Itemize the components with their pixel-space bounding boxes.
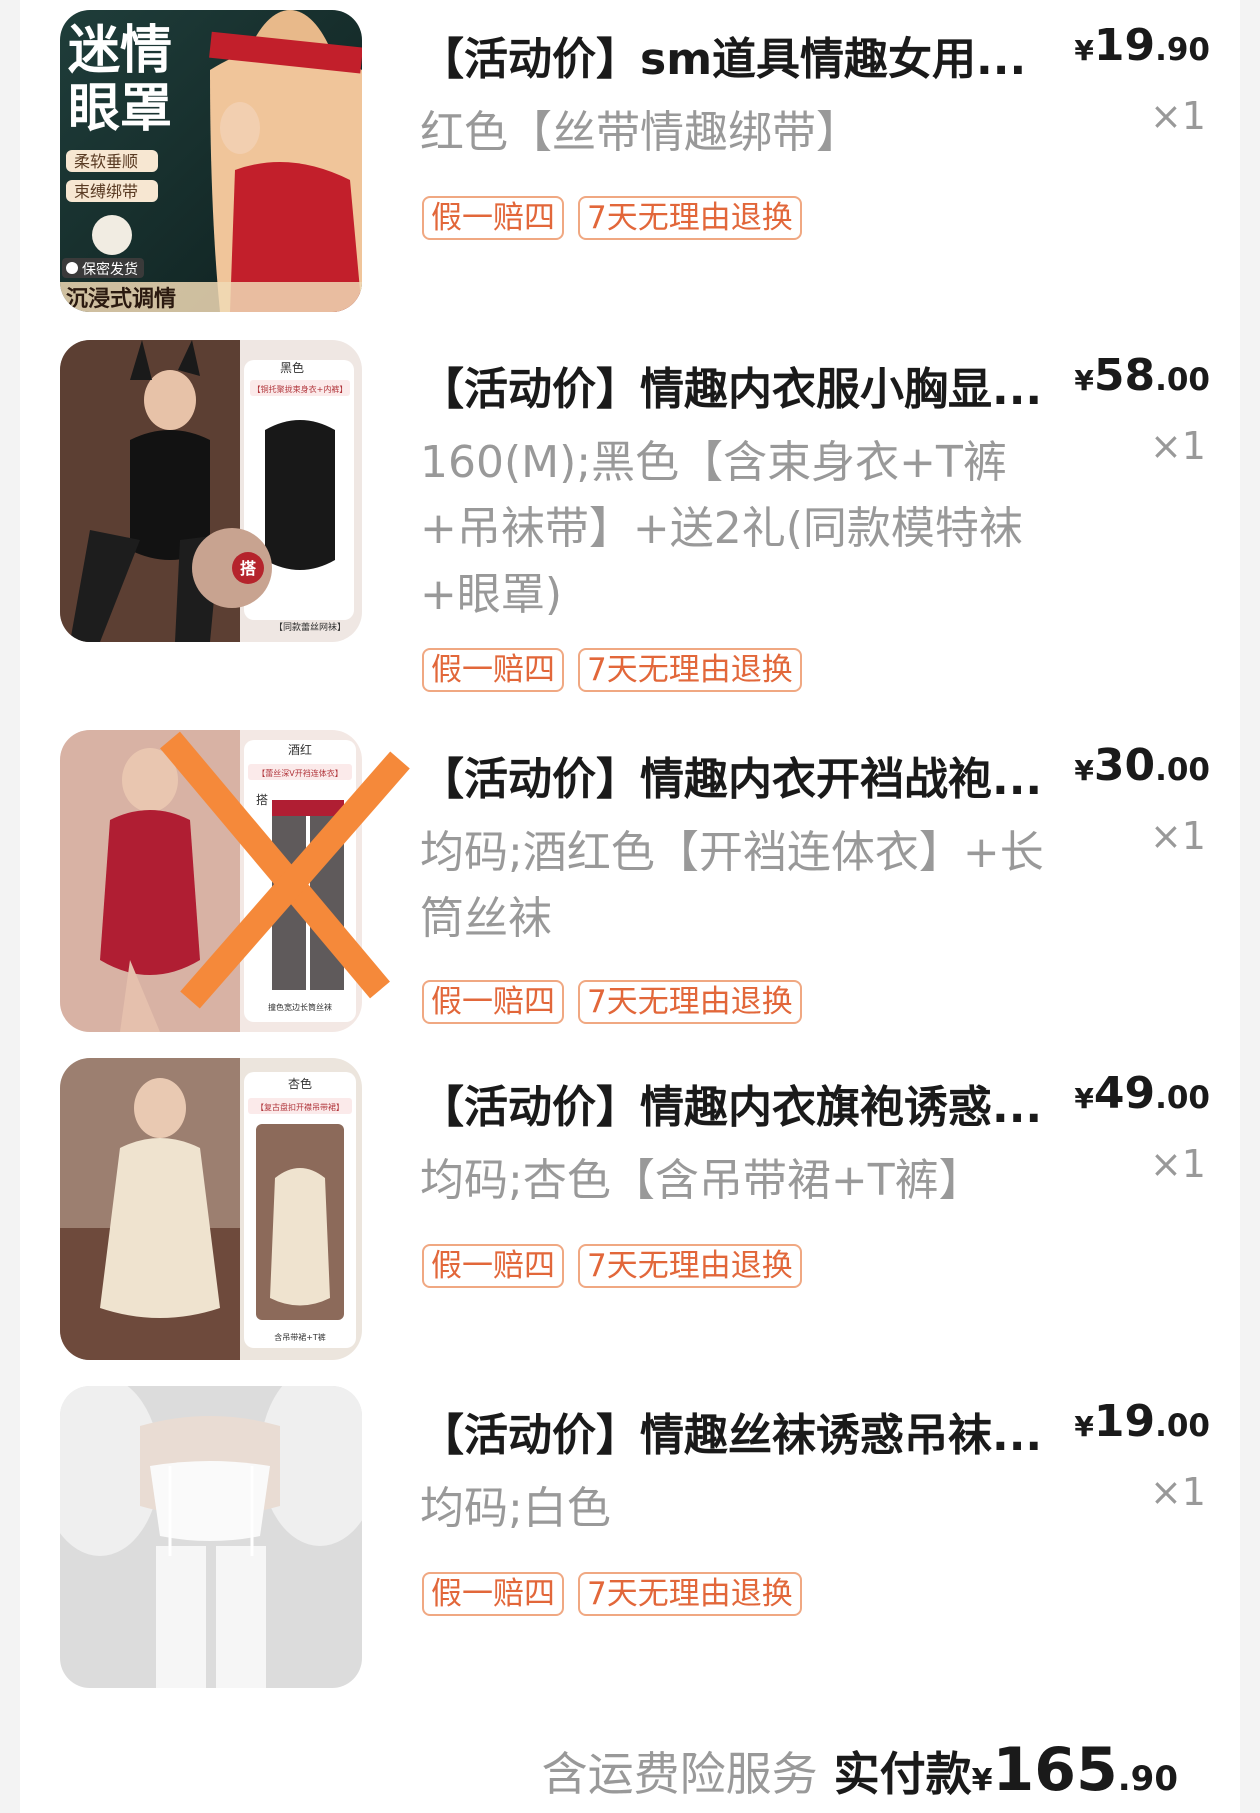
price-decimal: .00	[1155, 1080, 1210, 1116]
unit-price: ¥58.00	[1074, 350, 1210, 401]
service-tags: 假一赔四 7天无理由退换	[422, 1572, 816, 1618]
product-spec: 红色【丝带情趣绑带】	[420, 107, 860, 158]
product-title[interactable]: 【活动价】情趣内衣开裆战袍...	[420, 752, 1120, 808]
service-tags: 假一赔四 7天无理由退换	[422, 196, 816, 242]
shipping-insurance-label[interactable]: 含运费险服务	[542, 1747, 818, 1801]
currency-symbol: ¥	[1074, 754, 1094, 787]
thumb-caption: 【铜托聚拢束身衣+内裤】	[253, 384, 348, 394]
product-title[interactable]: 【活动价】sm道具情趣女用...	[420, 32, 1120, 88]
unit-price: ¥19.00	[1074, 1396, 1210, 1447]
product-image-satin-dress: 杏色 【复古盘扣开襟吊带裙】 含吊带裙+T裤	[60, 1058, 362, 1360]
price-decimal: .00	[1155, 362, 1210, 398]
thumb-pair-badge: 搭	[240, 559, 257, 578]
tag-genuine: 假一赔四	[422, 1244, 564, 1288]
product-title[interactable]: 【活动价】情趣内衣旗袍诱惑...	[420, 1080, 1120, 1136]
service-tags: 假一赔四 7天无理由退换	[422, 1244, 816, 1290]
quantity: ×1	[1149, 94, 1206, 138]
product-image-blindfold: 迷情 眼罩 柔软垂顺 束缚绑带 保密发货 沉浸式调情	[60, 10, 362, 312]
thumb-footer: 沉浸式调情	[66, 286, 176, 312]
product-thumbnail[interactable]	[60, 1386, 362, 1688]
product-image-white-stockings	[60, 1386, 362, 1688]
currency-symbol: ¥	[1074, 34, 1094, 67]
tag-return: 7天无理由退换	[578, 980, 802, 1024]
price-decimal: .00	[1155, 1408, 1210, 1444]
tag-return: 7天无理由退换	[578, 1244, 802, 1288]
total-integer: 165	[992, 1735, 1118, 1805]
price-integer: 49	[1093, 1068, 1156, 1119]
product-thumbnail[interactable]: 迷情 眼罩 柔软垂顺 束缚绑带 保密发货 沉浸式调情	[60, 10, 362, 312]
order-item[interactable]: 【活动价】情趣丝袜诱惑吊袜... 均码;白色 假一赔四 7天无理由退换 ¥19.0…	[60, 1386, 1210, 1706]
thumb-color-label: 黑色	[280, 361, 304, 375]
product-spec: 均码;白色	[420, 1483, 611, 1534]
price-decimal: .00	[1155, 752, 1210, 788]
unit-price: ¥49.00	[1074, 1068, 1210, 1119]
cross-mark-icon	[160, 731, 410, 1009]
price-integer: 30	[1093, 740, 1156, 791]
price-integer: 19	[1093, 20, 1156, 71]
thumb-badge: 束缚绑带	[74, 182, 138, 201]
product-spec: 160(M);黑色【含束身衣+T裤+吊袜带】+送2礼(同款模特袜+眼罩)	[420, 437, 1023, 620]
product-image-black-bodysuit: 黑色 【铜托聚拢束身衣+内裤】 搭 【同款蕾丝网袜】	[60, 340, 362, 642]
thumb-headline: 迷情	[68, 21, 172, 81]
thumb-caption: 【复古盘扣开襟吊带裙】	[256, 1102, 344, 1112]
order-item[interactable]: 杏色 【复古盘扣开襟吊带裙】 含吊带裙+T裤 【活动价】情趣内衣旗袍诱惑... …	[60, 1058, 1210, 1378]
tag-genuine: 假一赔四	[422, 196, 564, 240]
tag-return: 7天无理由退换	[578, 648, 802, 692]
price-integer: 19	[1093, 1396, 1156, 1447]
thumb-secure-label: 保密发货	[82, 261, 138, 278]
product-spec: 均码;酒红色【开裆连体衣】+长筒丝袜	[420, 827, 1044, 944]
order-card: 迷情 眼罩 柔软垂顺 束缚绑带 保密发货 沉浸式调情 【活动价】sm道具情趣女用…	[20, 0, 1240, 1813]
quantity: ×1	[1149, 1142, 1206, 1186]
thumb-bottom-caption: 【同款蕾丝网袜】	[274, 621, 346, 633]
price-decimal: .90	[1155, 32, 1210, 68]
thumb-badge: 柔软垂顺	[74, 152, 138, 171]
quantity: ×1	[1149, 814, 1206, 858]
tag-genuine: 假一赔四	[422, 1572, 564, 1616]
thumb-bottom-caption: 含吊带裙+T裤	[274, 1332, 326, 1342]
tag-genuine: 假一赔四	[422, 980, 564, 1024]
product-spec: 均码;杏色【含吊带裙+T裤】	[420, 1155, 983, 1206]
unit-price: ¥19.90	[1074, 20, 1210, 71]
product-title[interactable]: 【活动价】情趣内衣服小胸显...	[420, 362, 1120, 418]
tag-return: 7天无理由退换	[578, 196, 802, 240]
order-item[interactable]: 迷情 眼罩 柔软垂顺 束缚绑带 保密发货 沉浸式调情 【活动价】sm道具情趣女用…	[60, 10, 1210, 330]
service-tags: 假一赔四 7天无理由退换	[422, 980, 816, 1026]
order-total: 含运费险服务 实付款¥165.90	[542, 1735, 1178, 1805]
currency-symbol: ¥	[971, 1763, 993, 1798]
order-item[interactable]: 酒红 【蕾丝深V开裆连体衣】 搭 撞色宽边长筒丝袜 【活动价】情趣内衣开裆战袍.…	[60, 730, 1210, 1040]
product-thumbnail[interactable]: 黑色 【铜托聚拢束身衣+内裤】 搭 【同款蕾丝网袜】	[60, 340, 362, 642]
total-decimal: .90	[1117, 1759, 1178, 1799]
unit-price: ¥30.00	[1074, 740, 1210, 791]
tag-genuine: 假一赔四	[422, 648, 564, 692]
quantity: ×1	[1149, 1470, 1206, 1514]
quantity: ×1	[1149, 424, 1206, 468]
thumb-headline: 眼罩	[68, 79, 172, 139]
price-integer: 58	[1093, 350, 1156, 401]
thumb-color-label: 杏色	[288, 1077, 312, 1091]
product-title[interactable]: 【活动价】情趣丝袜诱惑吊袜...	[420, 1408, 1120, 1464]
paid-amount-label: 实付款	[833, 1747, 972, 1801]
currency-symbol: ¥	[1074, 1082, 1094, 1115]
currency-symbol: ¥	[1074, 364, 1094, 397]
order-item[interactable]: 黑色 【铜托聚拢束身衣+内裤】 搭 【同款蕾丝网袜】 【活动价】情趣内衣服小胸显…	[60, 340, 1210, 710]
currency-symbol: ¥	[1074, 1410, 1094, 1443]
product-thumbnail[interactable]: 杏色 【复古盘扣开襟吊带裙】 含吊带裙+T裤	[60, 1058, 362, 1360]
service-tags: 假一赔四 7天无理由退换	[422, 648, 816, 694]
tag-return: 7天无理由退换	[578, 1572, 802, 1616]
